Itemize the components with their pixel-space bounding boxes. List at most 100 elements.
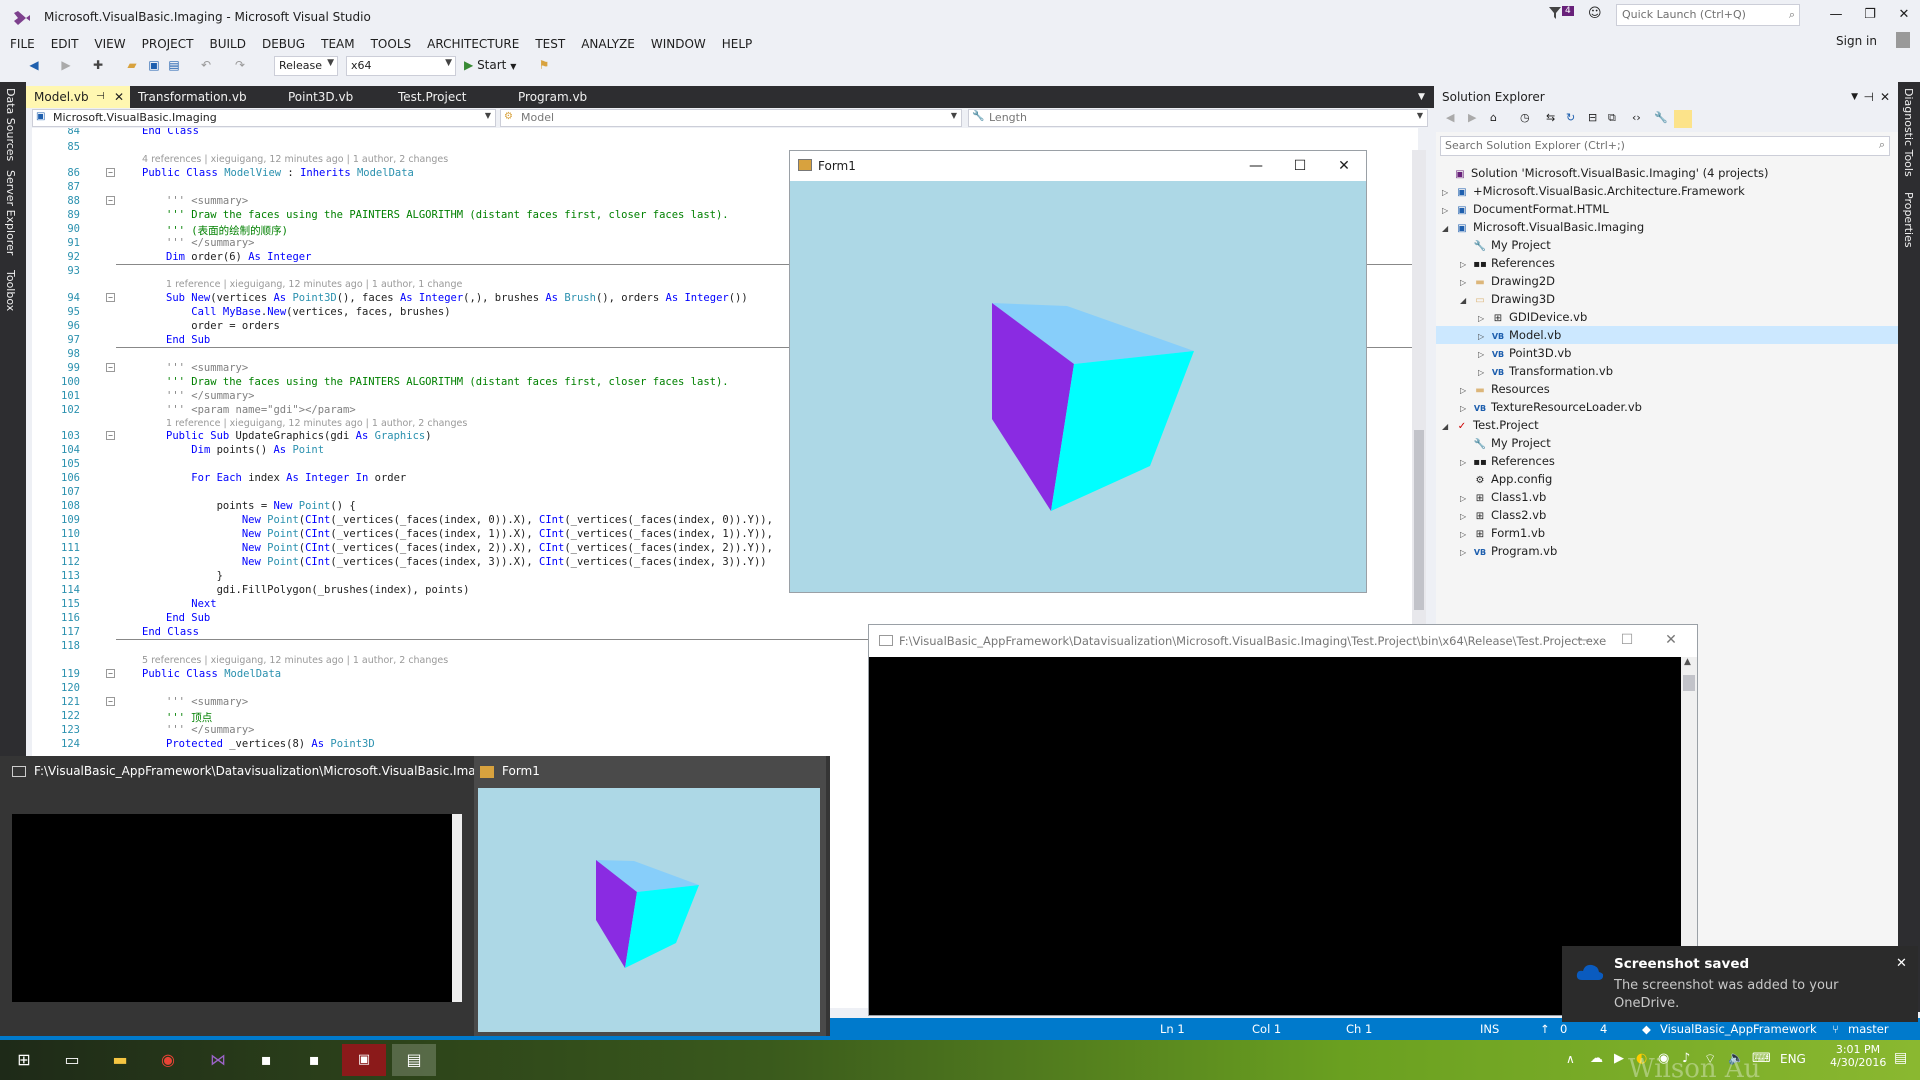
tree-node[interactable]: ▷ ▬ Drawing2D xyxy=(1460,272,1555,290)
maximize-button[interactable]: ☐ xyxy=(1605,625,1649,655)
properties-icon[interactable]: 🔧 xyxy=(1654,111,1668,124)
show-all-files-icon[interactable]: ⧉ xyxy=(1608,111,1616,125)
tree-node[interactable]: ◢ ✓ Test.Project xyxy=(1442,416,1539,434)
menu-team[interactable]: TEAM xyxy=(313,34,362,54)
minimize-button[interactable]: — xyxy=(1561,625,1605,655)
action-center-icon[interactable]: ▤ xyxy=(1894,1050,1907,1066)
publish-icon[interactable]: ↑ xyxy=(1540,1018,1550,1040)
minimize-button[interactable]: — xyxy=(1822,4,1850,26)
toast-notification[interactable]: Screenshot saved The screenshot was adde… xyxy=(1562,946,1918,1022)
collapse-icon[interactable]: − xyxy=(106,196,115,205)
tab-program-vb[interactable]: Program.vb xyxy=(510,86,620,108)
start-button[interactable]: ▶ Start ▼ xyxy=(464,58,516,72)
home-icon[interactable]: ⌂ xyxy=(1490,111,1497,124)
close-button[interactable]: ✕ xyxy=(1322,151,1366,181)
open-file-icon[interactable]: ▰ xyxy=(124,56,140,74)
task-view-icon[interactable]: ▭ xyxy=(50,1044,94,1076)
save-icon[interactable]: ▣ xyxy=(146,56,162,74)
feedback-icon[interactable]: ☺ xyxy=(1588,6,1602,21)
collapse-icon[interactable]: − xyxy=(106,697,115,706)
tab-overflow-icon[interactable]: ▼ xyxy=(1410,86,1430,108)
close-button[interactable]: ✕ xyxy=(1649,625,1693,655)
tree-node[interactable]: 🔧 My Project xyxy=(1460,434,1551,452)
tree-node[interactable]: ▷ ▣ DocumentFormat.HTML xyxy=(1442,200,1609,218)
chevron-down-icon[interactable]: ▼ xyxy=(1851,86,1858,108)
console-taskbar-icon[interactable]: ▪ xyxy=(292,1044,336,1076)
data-sources-tab[interactable]: Data Sources xyxy=(4,88,17,161)
refresh-icon[interactable]: ↻ xyxy=(1566,111,1575,124)
collapse-icon[interactable]: − xyxy=(106,363,115,372)
tab-test-project[interactable]: Test.Project xyxy=(390,86,510,108)
preview-icon[interactable] xyxy=(1674,110,1692,128)
collapse-icon[interactable]: − xyxy=(106,669,115,678)
quick-launch-input[interactable]: Quick Launch (Ctrl+Q) ⌕ xyxy=(1616,4,1800,26)
close-icon[interactable]: ✕ xyxy=(1896,956,1907,971)
vb-app-icon[interactable]: ▣ xyxy=(342,1044,386,1076)
save-all-icon[interactable]: ▤ xyxy=(166,56,182,74)
tree-node[interactable]: ▷ ⊞ Class1.vb xyxy=(1460,488,1546,506)
tray-network-icon[interactable]: ☁ xyxy=(1590,1051,1603,1066)
chrome-icon[interactable]: ◉ xyxy=(146,1044,190,1076)
codelens-info[interactable]: 1 reference | xieguigang, 12 minutes ago… xyxy=(166,418,467,429)
tree-node[interactable]: ▷ ▪▪ References xyxy=(1460,452,1555,470)
properties-tab[interactable]: Properties xyxy=(1902,192,1915,248)
tab-model-vb[interactable]: Model.vb ⊣ ✕ xyxy=(26,86,130,108)
codelens-info[interactable]: 1 reference | xieguigang, 12 minutes ago… xyxy=(166,279,462,290)
back-icon[interactable]: ◀ xyxy=(26,56,42,74)
solution-configuration-select[interactable]: Release ▼ xyxy=(274,56,338,76)
tree-node[interactable]: 🔧 My Project xyxy=(1460,236,1551,254)
menu-test[interactable]: TEST xyxy=(527,34,573,54)
language-indicator[interactable]: ENG xyxy=(1780,1052,1806,1066)
tree-node[interactable]: ⚙ App.config xyxy=(1460,470,1553,488)
console-thumbnail[interactable]: F:\VisualBasic_AppFramework\Datavisualiz… xyxy=(4,756,513,1036)
visual-studio-icon[interactable]: ⋈ xyxy=(196,1044,240,1076)
tree-node[interactable]: ▷ VB TextureResourceLoader.vb xyxy=(1460,398,1642,416)
menu-file[interactable]: FILE xyxy=(0,34,43,54)
type-dropdown[interactable]: ⚙ Model ▼ xyxy=(500,109,962,127)
close-button[interactable]: ✕ xyxy=(1890,4,1918,26)
tree-node[interactable]: ◢ ▣ Microsoft.VisualBasic.Imaging xyxy=(1442,218,1644,236)
tree-node[interactable]: ▣ Solution 'Microsoft.VisualBasic.Imaging… xyxy=(1440,164,1768,182)
back-icon[interactable]: ◀ xyxy=(1446,111,1454,124)
redo-icon[interactable]: ↷ xyxy=(232,56,248,74)
tree-node[interactable]: ▷ VB Transformation.vb xyxy=(1478,362,1613,380)
pin-icon[interactable]: ⊣ xyxy=(96,86,105,108)
file-explorer-icon[interactable]: ▬ xyxy=(98,1044,142,1076)
form1-thumbnail[interactable]: Form1 xyxy=(474,756,826,1036)
close-icon[interactable]: ✕ xyxy=(114,86,124,108)
solution-search-input[interactable]: Search Solution Explorer (Ctrl+;) ⌕ xyxy=(1440,136,1890,156)
scrollbar-thumb[interactable] xyxy=(1683,675,1695,691)
solution-platform-select[interactable]: x64 ▼ xyxy=(346,56,456,76)
collapse-icon[interactable]: − xyxy=(106,431,115,440)
pin-icon[interactable]: ⊣ xyxy=(1864,86,1874,108)
tray-chevron-icon[interactable]: ∧ xyxy=(1566,1052,1575,1066)
tree-node[interactable]: ▷ ⊞ Class2.vb xyxy=(1460,506,1546,524)
scrollbar-thumb[interactable] xyxy=(1414,430,1424,610)
forward-icon[interactable]: ▶ xyxy=(1468,111,1476,124)
collapse-all-icon[interactable]: ⊟ xyxy=(1588,111,1597,124)
collapse-icon[interactable]: − xyxy=(106,168,115,177)
clock[interactable]: 3:01 PM 4/30/2016 xyxy=(1830,1043,1886,1069)
diagnostic-tools-tab[interactable]: Diagnostic Tools xyxy=(1902,88,1915,177)
project-dropdown[interactable]: ▣ Microsoft.VisualBasic.Imaging ▼ xyxy=(32,109,496,127)
tree-node[interactable]: ▷ VB Point3D.vb xyxy=(1478,344,1572,362)
codelens-info[interactable]: 5 references | xieguigang, 12 minutes ag… xyxy=(142,655,448,666)
minimize-button[interactable]: — xyxy=(1234,151,1278,181)
notification-flag-icon[interactable]: 4 xyxy=(1548,6,1576,24)
sync-icon[interactable]: ⇆ xyxy=(1546,111,1555,124)
menu-window[interactable]: WINDOW xyxy=(643,34,714,54)
console-taskbar-icon[interactable]: ▪ xyxy=(244,1044,288,1076)
history-icon[interactable]: ◷ xyxy=(1520,111,1530,124)
scroll-up-icon[interactable]: ▲ xyxy=(1684,657,1691,667)
tab-transformation-vb[interactable]: Transformation.vb xyxy=(130,86,280,108)
undo-icon[interactable]: ↶ xyxy=(198,56,214,74)
collapse-icon[interactable]: − xyxy=(106,293,115,302)
tree-node[interactable]: ▷ ⊞ Form1.vb xyxy=(1460,524,1545,542)
menu-help[interactable]: HELP xyxy=(714,34,761,54)
toolbox-tab[interactable]: Toolbox xyxy=(4,270,17,311)
tree-node[interactable]: ▷ ▪▪ References xyxy=(1460,254,1555,272)
tree-node[interactable]: ▷ ▣ +Microsoft.VisualBasic.Architecture.Fr… xyxy=(1442,182,1745,200)
close-icon[interactable]: ✕ xyxy=(1880,86,1890,108)
tree-node[interactable]: ◢ ▭ Drawing3D xyxy=(1460,290,1555,308)
tree-node[interactable]: ▷ ⊞ GDIDevice.vb xyxy=(1478,308,1587,326)
